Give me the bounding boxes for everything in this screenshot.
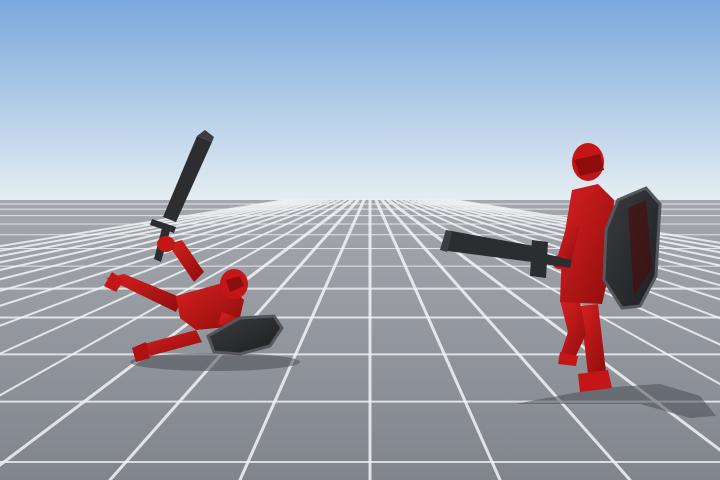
scene-canvas <box>0 0 720 480</box>
sky <box>0 0 720 202</box>
fallen-knight-shadow <box>130 353 300 371</box>
game-viewport[interactable] <box>0 0 720 480</box>
